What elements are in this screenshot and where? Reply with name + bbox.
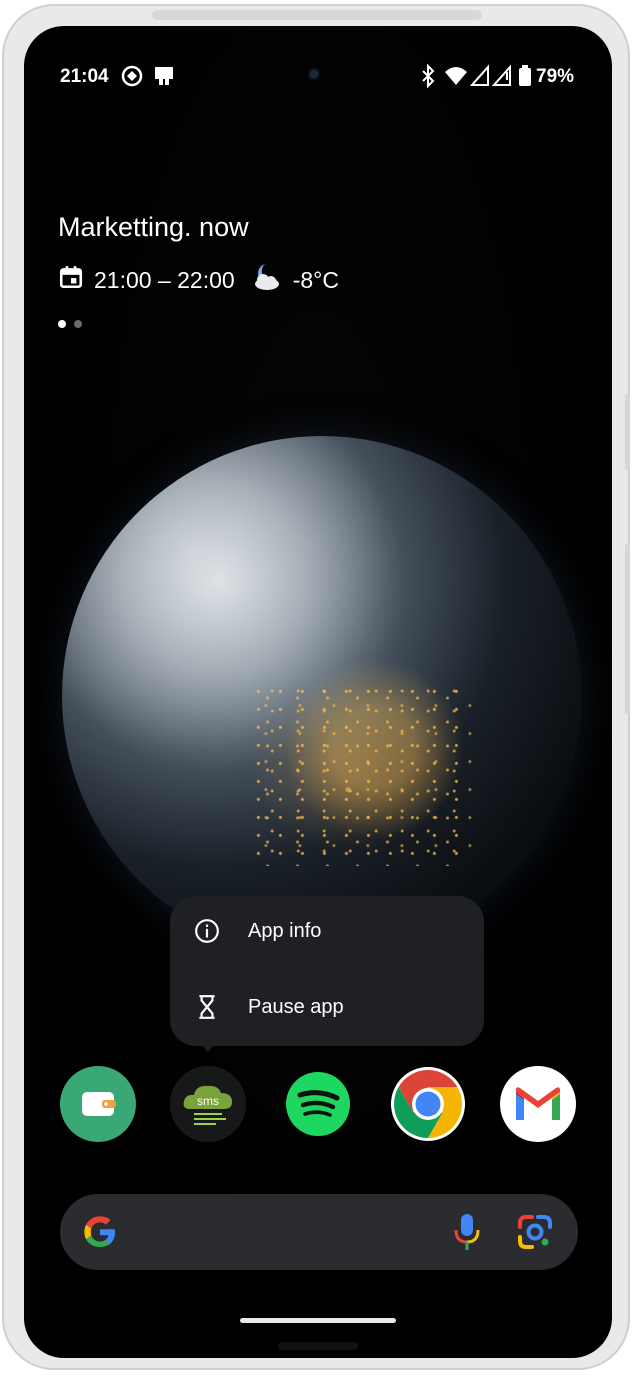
app-dock: sms	[24, 1066, 612, 1152]
volume-button	[625, 394, 630, 470]
notification-icon	[120, 64, 144, 93]
info-icon	[194, 918, 220, 944]
chrome-app-icon[interactable]	[390, 1066, 466, 1142]
pause-app-label: Pause app	[248, 995, 344, 1018]
status-time: 21:04	[60, 66, 109, 87]
app-info-label: App info	[248, 919, 322, 942]
phone-top-edge	[152, 10, 482, 20]
app-info-menu-item[interactable]: App info	[170, 896, 484, 966]
gesture-nav-handle[interactable]	[240, 1318, 396, 1323]
front-camera	[310, 70, 318, 78]
phone-frame: 21:04 79% Marketting. now 21:00 – 22:00 …	[2, 4, 630, 1370]
lens-icon[interactable]	[516, 1213, 554, 1256]
side-button	[625, 544, 630, 714]
microphone-icon[interactable]	[452, 1212, 482, 1257]
google-search-bar[interactable]	[60, 1194, 578, 1270]
signal-icon	[469, 64, 490, 93]
app-shortcut-popup: App info Pause app	[170, 896, 484, 1046]
spotify-app-icon[interactable]	[280, 1066, 356, 1142]
glance-event-time: 21:00 – 22:00	[94, 266, 235, 293]
pause-app-menu-item[interactable]: Pause app	[170, 972, 484, 1042]
page-dot	[74, 320, 82, 328]
bluetooth-icon	[418, 63, 438, 93]
signal-2-icon	[491, 64, 512, 93]
popup-pointer	[200, 1042, 216, 1052]
glance-temperature: -8°C	[292, 266, 339, 293]
sms-label: sms	[197, 1094, 219, 1108]
page-dot-active	[58, 320, 66, 328]
status-bar: 21:04 79%	[24, 26, 612, 89]
wifi-icon	[444, 64, 468, 93]
battery-percentage: 79%	[536, 66, 575, 87]
home-screen: 21:04 79% Marketting. now 21:00 – 22:00 …	[24, 26, 612, 1358]
cast-icon	[152, 64, 176, 93]
wallet-app-icon[interactable]	[60, 1066, 136, 1142]
phone-bottom-edge	[278, 1342, 358, 1350]
page-indicator	[58, 320, 82, 328]
gmail-app-icon[interactable]	[500, 1066, 576, 1142]
calendar-icon	[58, 264, 84, 296]
earth-city-lights	[254, 686, 474, 866]
glance-title[interactable]: Marketting. now	[58, 212, 249, 243]
glance-event-row[interactable]: 21:00 – 22:00 -8°C	[58, 262, 339, 298]
google-g-icon[interactable]	[82, 1214, 118, 1255]
weather-moon-cloud-icon	[251, 262, 283, 298]
sms-cloud-app-icon[interactable]: sms	[170, 1066, 246, 1142]
hourglass-icon	[194, 994, 220, 1020]
battery-icon	[518, 64, 532, 93]
